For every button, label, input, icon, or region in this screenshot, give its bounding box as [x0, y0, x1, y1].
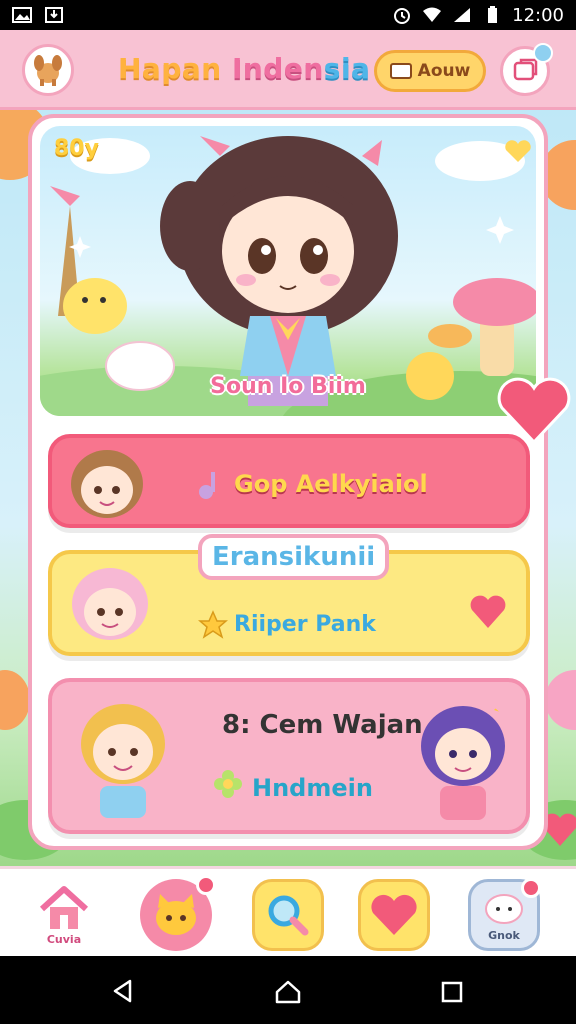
- image-icon: [12, 7, 32, 23]
- cat-icon: [156, 894, 196, 935]
- status-bar: 12:00: [0, 0, 576, 30]
- nav-ghost-badge: [521, 878, 541, 898]
- nav-favorites-button[interactable]: [358, 879, 430, 951]
- system-navigation-bar: [0, 956, 576, 1024]
- card-stack-icon: [513, 58, 538, 81]
- heart-icon: [371, 894, 417, 935]
- battery-icon: [488, 6, 498, 23]
- nav-search-button[interactable]: [252, 879, 324, 951]
- hero-badge: 80y: [54, 136, 99, 161]
- app-header: Hapan Indensia Aouw: [0, 30, 576, 110]
- home-system-icon[interactable]: [274, 978, 302, 1006]
- menu-item-1[interactable]: Gop Aelkyiaiol: [48, 434, 530, 528]
- star-icon: [198, 610, 228, 639]
- tree-left-bottom: [0, 670, 30, 730]
- nav-ghost-label: Gnok: [488, 928, 520, 942]
- character-avatar-pink-hair: [72, 568, 148, 640]
- app-title: Hapan Indensia: [118, 52, 371, 85]
- menu-item-3-subtitle: Hndmein: [252, 774, 373, 802]
- menu-item-2[interactable]: Eransikunii Riiper Pank: [48, 534, 530, 656]
- recents-icon[interactable]: [440, 980, 464, 1004]
- menu-item-3-title: 8: Cem Wajan: [222, 710, 423, 740]
- heart-balloon-icon: [470, 595, 506, 628]
- pet-avatar-button[interactable]: [22, 44, 74, 96]
- bottom-navigation: Cuvia Gnok: [0, 866, 576, 956]
- hero-illustration: [40, 136, 536, 416]
- cloud-creature-icon: [485, 893, 523, 924]
- menu-item-1-label: Gop Aelkyiaiol: [234, 470, 428, 498]
- dog-icon: [34, 55, 62, 86]
- magnifier-icon: [268, 895, 309, 936]
- back-icon[interactable]: [110, 978, 136, 1004]
- hero-banner[interactable]: 80y Soun Io Biim: [40, 126, 536, 416]
- nav-pet-badge: [196, 875, 216, 895]
- menu-item-3[interactable]: 8: Cem Wajan Hndmein: [48, 678, 530, 834]
- floating-heart-icon: [497, 377, 571, 445]
- wifi-icon: [423, 7, 442, 22]
- alarm-icon: [394, 8, 411, 24]
- character-avatar-blonde-hair: [81, 704, 165, 818]
- character-avatar-brown-hair: [71, 450, 143, 518]
- menu-item-2-subtitle: Riiper Pank: [234, 612, 376, 637]
- main-card: 80y Soun Io Biim Gop Aelkyiaiol Eransiku…: [28, 114, 548, 850]
- menu-item-2-title: Eransikunii: [198, 534, 390, 580]
- hero-caption: Soun Io Biim: [210, 374, 366, 399]
- download-icon: [45, 7, 63, 23]
- music-note-icon: [199, 472, 215, 499]
- tree-right-bottom: [545, 670, 576, 730]
- flower-icon: [214, 770, 242, 798]
- header-action-button[interactable]: Aouw: [374, 50, 486, 92]
- nav-ghost-button[interactable]: Gnok: [468, 878, 541, 951]
- notification-button[interactable]: [500, 43, 553, 96]
- card-icon: [389, 63, 412, 79]
- header-action-label: Aouw: [417, 61, 471, 81]
- character-avatar-purple-hair: [421, 700, 506, 820]
- notification-dot: [533, 43, 553, 63]
- home-icon: [39, 885, 89, 929]
- nav-home-button[interactable]: Cuvia: [28, 879, 100, 951]
- nav-home-label: Cuvia: [46, 932, 82, 946]
- signal-icon: [454, 8, 471, 22]
- status-time: 12:00: [512, 4, 564, 26]
- nav-pet-button[interactable]: [140, 875, 216, 951]
